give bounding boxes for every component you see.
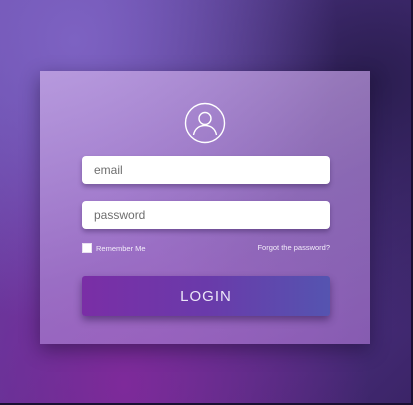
login-button[interactable]: LOGIN xyxy=(82,276,330,316)
remember-me-label: Remember Me xyxy=(96,243,146,253)
email-input[interactable] xyxy=(94,156,318,184)
remember-me-checkbox[interactable] xyxy=(82,243,92,253)
password-input[interactable] xyxy=(94,201,318,229)
login-card: Remember Me Forgot the password? LOGIN xyxy=(40,71,370,344)
password-field-wrapper xyxy=(82,201,330,229)
remember-me: Remember Me xyxy=(82,242,146,254)
email-field-wrapper xyxy=(82,156,330,184)
user-icon xyxy=(184,102,226,144)
forgot-password-link[interactable]: Forgot the password? xyxy=(257,242,330,254)
